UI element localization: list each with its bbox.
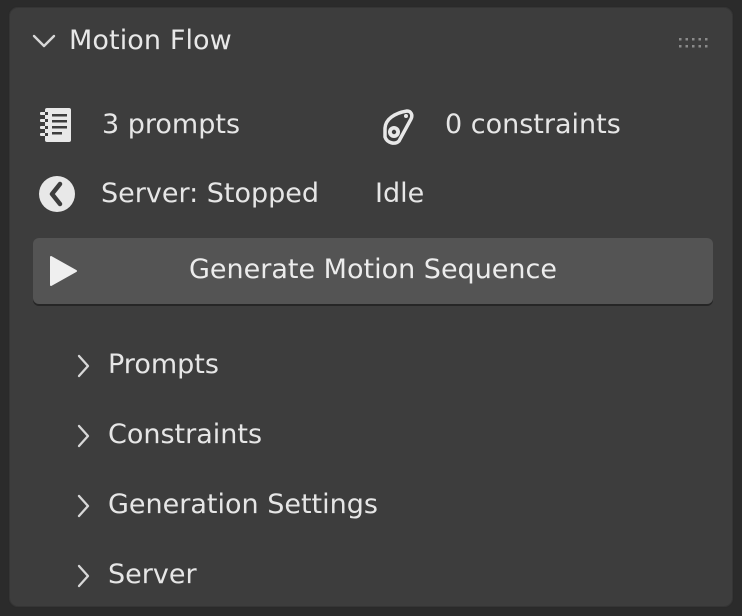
subpanel-constraints[interactable]: Constraints xyxy=(67,409,667,461)
constraint-icon xyxy=(383,109,414,145)
subpanel-label: Constraints xyxy=(108,419,263,450)
notepad-icon xyxy=(40,108,71,142)
chevron-right-icon xyxy=(77,354,90,378)
chevron-right-icon xyxy=(77,564,90,588)
panel-title: Motion Flow xyxy=(69,25,232,56)
subpanel-label: Generation Settings xyxy=(108,489,378,520)
generate-motion-sequence-button[interactable]: Generate Motion Sequence xyxy=(33,238,713,304)
chevron-right-icon xyxy=(77,424,90,448)
status-label: Idle xyxy=(375,178,425,209)
server-status-row: Server: Stopped Idle xyxy=(9,171,733,219)
stats-row: 3 prompts 0 constraints xyxy=(9,103,733,151)
motion-flow-panel: Motion Flow 3 prompts 0 constraints Serv… xyxy=(8,6,734,608)
subpanel-label: Prompts xyxy=(108,349,219,380)
drag-handle-icon[interactable] xyxy=(679,37,709,49)
server-status: Server: Stopped xyxy=(101,178,320,209)
time-icon xyxy=(39,176,75,212)
subpanel-label: Server xyxy=(108,559,197,590)
subpanel-server[interactable]: Server xyxy=(67,549,667,601)
panel-header[interactable]: Motion Flow xyxy=(9,7,733,75)
subpanel-prompts[interactable]: Prompts xyxy=(67,339,667,391)
generate-button-label: Generate Motion Sequence xyxy=(189,254,557,285)
prompts-count: 3 prompts xyxy=(102,109,241,140)
chevron-right-icon xyxy=(77,494,90,518)
subpanel-generation-settings[interactable]: Generation Settings xyxy=(67,479,667,531)
chevron-down-icon[interactable] xyxy=(31,31,57,51)
constraints-count: 0 constraints xyxy=(445,109,621,140)
